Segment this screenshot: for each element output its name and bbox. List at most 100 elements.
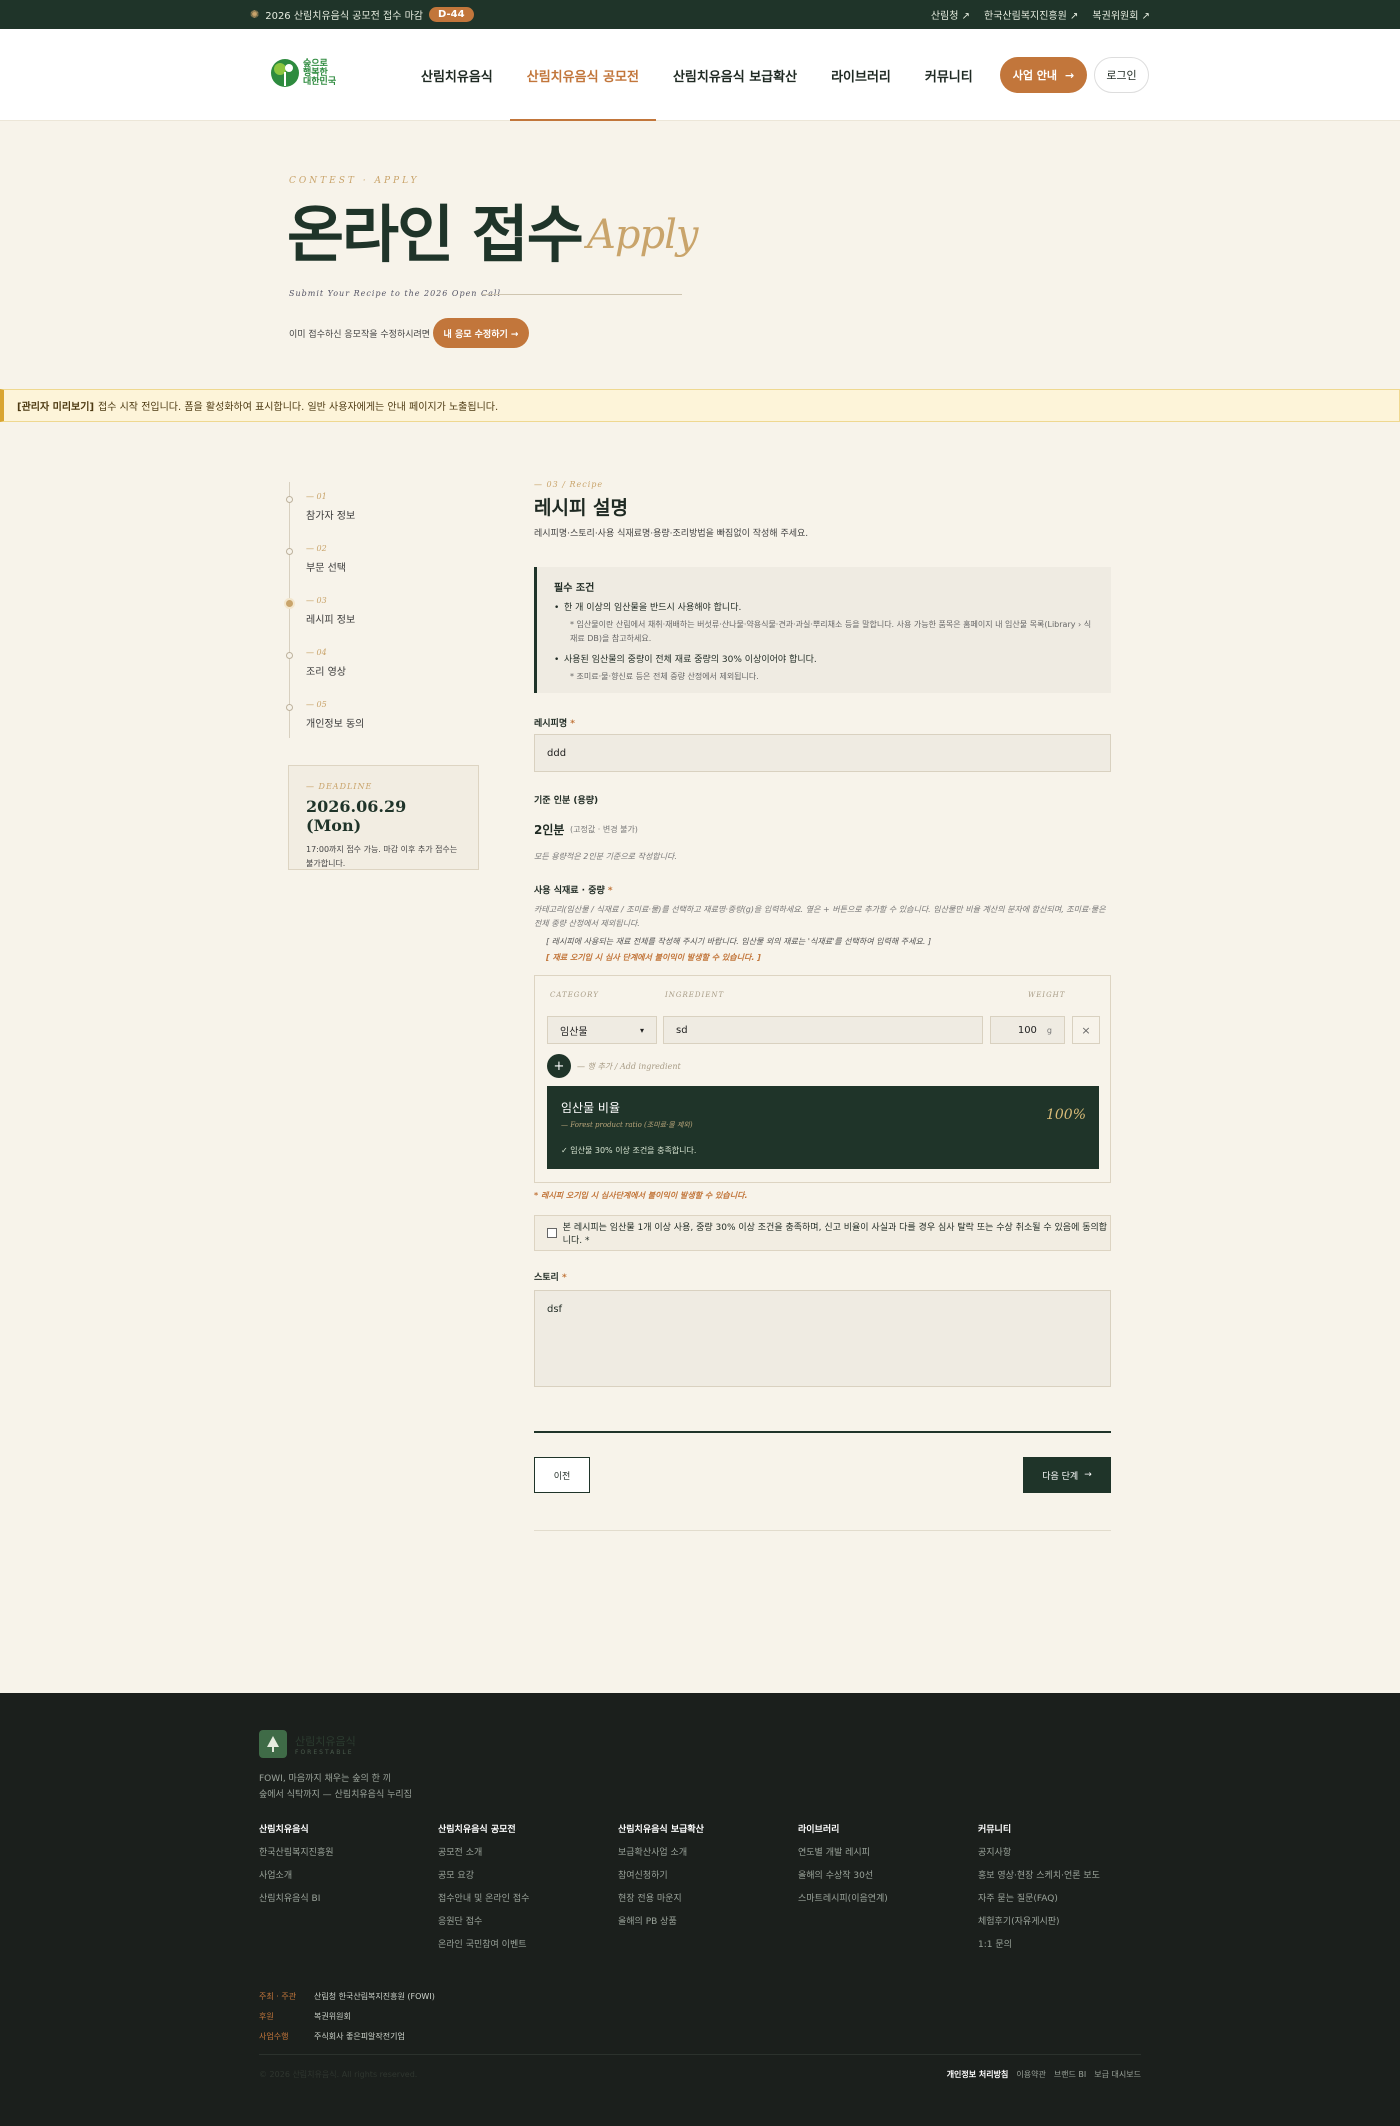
remove-row-button[interactable]: × (1072, 1016, 1100, 1044)
top-link-lottery[interactable]: 복권위원회 ↗ (1092, 7, 1150, 22)
deadline-kicker: — DEADLINE (306, 782, 373, 791)
external-link-icon: ↗ (961, 11, 971, 22)
footer-bottom-links: 개인정보 처리방침 이용약관 브랜드 BI 보급 대시보드 (947, 2069, 1141, 2080)
site-header: 숲으로 행복한 대한민국 산림치유음식 산림치유음식 공모전 산림치유음식 보급… (0, 29, 1400, 121)
category-select[interactable]: 임산물 ▾ (547, 1016, 657, 1044)
deadline-note: 17:00까지 접수 가능. 마감 이후 추가 접수는 불가합니다. (306, 845, 458, 868)
main-nav: 산림치유음식 산림치유음식 공모전 산림치유음식 보급확산 라이브러리 커뮤니티 (404, 29, 990, 121)
ingredient-table: CATEGORY INGREDIENT WEIGHT 임산물 ▾ sd 100 g … (534, 975, 1111, 1183)
hero-kicker: CONTEST · APPLY (289, 176, 420, 186)
top-link-forest-service[interactable]: 산림청 ↗ (931, 7, 970, 22)
col-category: CATEGORY (550, 991, 599, 999)
ingredient-name-input[interactable]: sd (663, 1016, 983, 1044)
step-dot (286, 652, 293, 659)
recipe-name-label: 레시피명 * (534, 719, 575, 729)
story-textarea[interactable]: dsf (534, 1290, 1111, 1387)
step-number: — 01 (306, 492, 327, 501)
agreement-row[interactable]: 본 레시피는 임산물 1개 이상 사용, 중량 30% 이상 조건을 충족하며,… (534, 1215, 1111, 1251)
serving-hint: 모든 용량적은 2인분 기준으로 작성합니다. (534, 852, 677, 861)
footer-link[interactable]: 1:1 문의 (978, 1937, 1148, 1950)
footer-tagline: FOWI, 마음까지 채우는 숲의 한 끼 숲에서 식탁까지 — 산림치유음식 … (259, 1774, 412, 1800)
nav-item-spread[interactable]: 산림치유음식 보급확산 (656, 29, 814, 121)
footer-link[interactable]: 홍보 영상·현장 스케치·언론 보도 (978, 1868, 1148, 1881)
footer-link[interactable]: 연도별 개발 레시피 (798, 1845, 968, 1858)
form-title: 레시피 설명 (534, 497, 629, 519)
col-ingredient: INGREDIENT (665, 991, 725, 999)
announcement: ✺ 2026 산림치유음식 공모전 접수 마감 D-44 (250, 7, 474, 22)
business-info-button[interactable]: 사업 안내 → (1000, 57, 1087, 93)
form-end-line (534, 1530, 1111, 1531)
footer-link[interactable]: 올해의 PB 상품 (618, 1914, 788, 1927)
footer-link[interactable]: 올해의 수상작 30선 (798, 1868, 968, 1881)
brand-bi-link[interactable]: 브랜드 BI (1054, 2069, 1086, 2080)
footer-link[interactable]: 현장 전용 마운지 (618, 1891, 788, 1904)
footer-link[interactable]: 산림치유음식 BI (259, 1891, 429, 1904)
top-links: 산림청 ↗ 한국산림복지진흥원 ↗ 복권위원회 ↗ (931, 7, 1150, 22)
step-navigator: — 01 참가자 정보 — 02 부문 선택 — 03 레시피 정보 — 04 … (286, 482, 438, 738)
recipe-name-input[interactable]: ddd (534, 734, 1111, 772)
footer-col-5: 커뮤니티 공지사항 홍보 영상·현장 스케치·언론 보도 자주 묻는 질문(FA… (978, 1822, 1148, 1960)
top-link-fowi[interactable]: 한국산림복지진흥원 ↗ (984, 7, 1078, 22)
site-footer: 산림치유음식 FORESTABLE FOWI, 마음까지 채우는 숲의 한 끼 … (0, 1693, 1400, 2126)
agreement-text: 본 레시피는 임산물 1개 이상 사용, 중량 30% 이상 조건을 충족하며,… (562, 1223, 1108, 1246)
nav-item-contest[interactable]: 산림치유음식 공모전 (509, 29, 657, 121)
hero-divider (482, 294, 682, 295)
step-label: 부문 선택 (306, 563, 346, 574)
footer-link[interactable]: 온라인 국민참여 이벤트 (438, 1937, 608, 1950)
step-number: — 05 (306, 700, 327, 709)
top-announcement-bar: ✺ 2026 산림치유음식 공모전 접수 마감 D-44 산림청 ↗ 한국산림복… (0, 0, 1400, 29)
sun-icon: ✺ (250, 8, 260, 21)
serving-label: 기준 인분 (용량) (534, 796, 599, 806)
terms-link[interactable]: 이용약관 (1016, 2069, 1045, 2080)
nav-item-library[interactable]: 라이브러리 (814, 29, 908, 121)
footer-link[interactable]: 공지사항 (978, 1845, 1148, 1858)
requirement-2-note: * 조미료·물·향신료 등은 전체 중량 산정에서 제외됩니다. (570, 672, 759, 681)
footer-link[interactable]: 접수안내 및 온라인 접수 (438, 1891, 608, 1904)
weight-input[interactable]: 100 g (990, 1016, 1065, 1044)
next-button[interactable]: 다음 단계 → (1023, 1457, 1111, 1493)
add-row-button[interactable]: + (547, 1054, 571, 1078)
footer-link[interactable]: 보급확산사업 소개 (618, 1845, 788, 1858)
footer-link[interactable]: 체험후기(자유게시판) (978, 1914, 1148, 1927)
requirements-box: 필수 조건 한 개 이상의 임산물을 반드시 사용해야 합니다. * 임산물이란… (534, 567, 1111, 693)
footer-link[interactable]: 공모전 소개 (438, 1845, 608, 1858)
add-row-label: — 행 추가 / Add ingredient (577, 1062, 681, 1071)
footer-col-2: 산림치유음식 공모전 공모전 소개 공모 요강 접수안내 및 온라인 접수 응원… (438, 1822, 608, 1960)
prev-button[interactable]: 이전 (534, 1457, 590, 1493)
footer-link[interactable]: 사업소개 (259, 1868, 429, 1881)
footer-org-host: 주최 · 주관 산림청 한국산림복지진흥원 (FOWI) (259, 1992, 435, 2001)
privacy-link[interactable]: 개인정보 처리방침 (947, 2069, 1009, 2080)
footer-col-4: 라이브러리 연도별 개발 레시피 올해의 수상작 30선 스마트레시피(이음연계… (798, 1822, 968, 1914)
footer-link[interactable]: 참여신청하기 (618, 1868, 788, 1881)
footer-org-sponsor: 후원 복권위원회 (259, 2012, 351, 2021)
site-logo[interactable]: 숲으로 행복한 대한민국 (270, 51, 340, 95)
ingredient-warning-bottom: * 레시피 오기입 시 심사단계에서 불이익이 발생할 수 있습니다. (534, 1191, 748, 1200)
col-weight: WEIGHT (1028, 991, 1066, 999)
logo-text: 숲으로 행복한 대한민국 (303, 58, 337, 87)
step-dot (286, 496, 293, 503)
footer-link[interactable]: 한국산림복지진흥원 (259, 1845, 429, 1858)
requirements-title: 필수 조건 (554, 583, 595, 594)
nav-item-community[interactable]: 커뮤니티 (908, 29, 990, 121)
step-dot (286, 600, 293, 607)
step-number: — 04 (306, 648, 327, 657)
ingredients-note-2: [ 레시피에 사용되는 재료 전체를 작성해 주시기 바랍니다. 임산물 외의 … (546, 937, 932, 946)
edit-submission-button[interactable]: 내 응모 수정하기 → (433, 318, 529, 348)
footer-link[interactable]: 공모 요강 (438, 1868, 608, 1881)
footer-link[interactable]: 자주 묻는 질문(FAQ) (978, 1891, 1148, 1904)
step-label: 참가자 정보 (306, 511, 356, 522)
admin-text: 접수 시작 전입니다. 폼을 활성화하여 표시합니다. 일반 사용자에게는 안내… (98, 402, 499, 413)
footer-link[interactable]: 응원단 접수 (438, 1914, 608, 1927)
ratio-title: 임산물 비율 (561, 1101, 621, 1115)
step-line (289, 482, 290, 738)
arrow-right-icon: → (1084, 1470, 1092, 1480)
forest-ratio-panel: 임산물 비율 — Forest product ratio (조미료·물 제외)… (547, 1086, 1099, 1169)
external-link-icon: ↗ (1141, 11, 1150, 22)
nav-item-healing-food[interactable]: 산림치유음식 (404, 29, 510, 121)
footer-link[interactable]: 스마트레시피(이음연계) (798, 1891, 968, 1904)
ratio-status: ✓ 임산물 30% 이상 조건을 충족합니다. (561, 1146, 697, 1155)
login-button[interactable]: 로그인 (1094, 57, 1149, 93)
dashboard-link[interactable]: 보급 대시보드 (1094, 2069, 1141, 2080)
agreement-checkbox[interactable] (547, 1228, 557, 1238)
ingredients-label: 사용 식재료 · 중량 * (534, 886, 613, 896)
